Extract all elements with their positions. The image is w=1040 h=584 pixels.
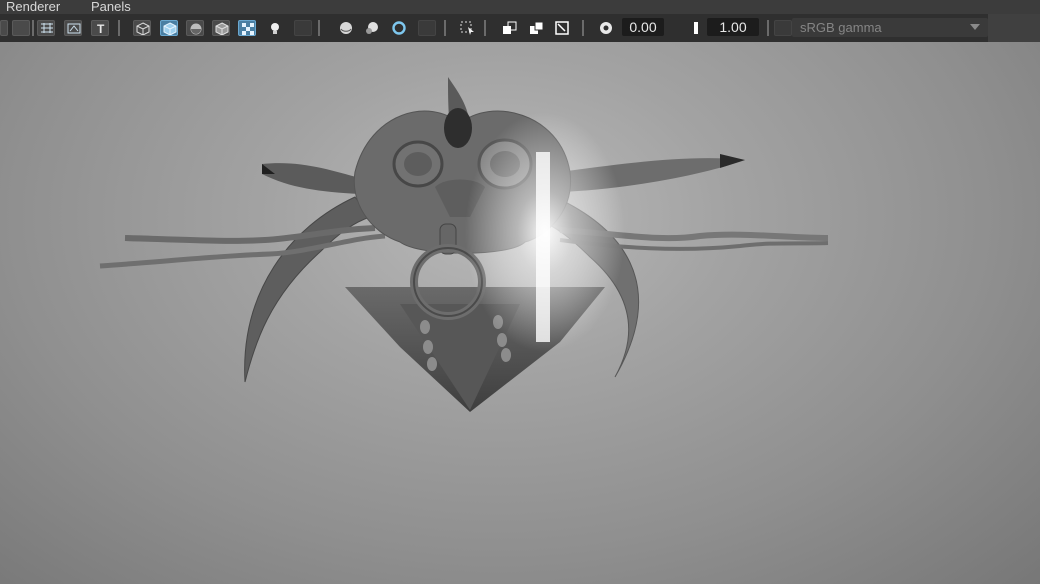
toolbar-separator <box>484 20 486 36</box>
smooth-shade-icon[interactable] <box>160 20 178 36</box>
wireframe-icon[interactable] <box>133 20 151 36</box>
exposure-icon[interactable] <box>596 20 614 36</box>
isolate-select-icon[interactable] <box>458 20 476 36</box>
xray-joints-icon[interactable] <box>500 20 518 36</box>
colorspace-label: sRGB gamma <box>800 20 882 35</box>
anti-aliasing-icon[interactable] <box>389 20 407 36</box>
xray-active-icon[interactable] <box>527 20 545 36</box>
menu-renderer[interactable]: Renderer <box>6 0 60 14</box>
sculpted-creature-mesh <box>99 77 829 412</box>
grid-icon[interactable] <box>37 20 55 36</box>
3d-viewport[interactable] <box>0 42 1040 584</box>
screen-space-ao-icon[interactable] <box>336 20 354 36</box>
backface-culling-icon[interactable] <box>553 20 571 36</box>
menubar: Renderer Panels <box>0 0 1040 14</box>
gamma-icon[interactable] <box>685 20 703 36</box>
depth-of-field-icon[interactable] <box>418 20 436 36</box>
default-material-icon[interactable] <box>186 20 204 36</box>
shadows-icon[interactable] <box>294 20 312 36</box>
toolbar-separator <box>318 20 320 36</box>
camera-attributes-icon[interactable] <box>12 20 30 36</box>
use-all-lights-icon[interactable] <box>265 20 283 36</box>
colorspace-dropdown[interactable]: sRGB gamma <box>792 18 988 37</box>
menu-panels[interactable]: Panels <box>91 0 131 14</box>
exposure-field[interactable]: 0.00 <box>622 18 664 36</box>
toolbar-separator <box>444 20 446 36</box>
color-management-icon[interactable] <box>774 20 792 36</box>
chevron-down-icon <box>970 24 980 30</box>
toolbar-separator <box>582 20 584 36</box>
film-gate-icon[interactable] <box>64 20 82 36</box>
svg-text:T: T <box>97 22 105 34</box>
text-overlay-icon[interactable]: T <box>91 20 109 36</box>
wireframe-on-shaded-icon[interactable] <box>212 20 230 36</box>
toolbar-separator <box>767 20 769 36</box>
viewport-toolbar: T 0.00 1.00 sRGB gamma <box>0 14 1040 43</box>
left-horn <box>262 163 360 194</box>
toolbar-separator <box>32 20 34 36</box>
motion-blur-icon[interactable] <box>362 20 380 36</box>
toolbar-filler <box>988 14 1040 42</box>
toolbar-separator <box>118 20 120 36</box>
xray-icon[interactable] <box>238 20 256 36</box>
gamma-field[interactable]: 1.00 <box>707 18 759 36</box>
camera-select-icon[interactable] <box>0 20 8 36</box>
